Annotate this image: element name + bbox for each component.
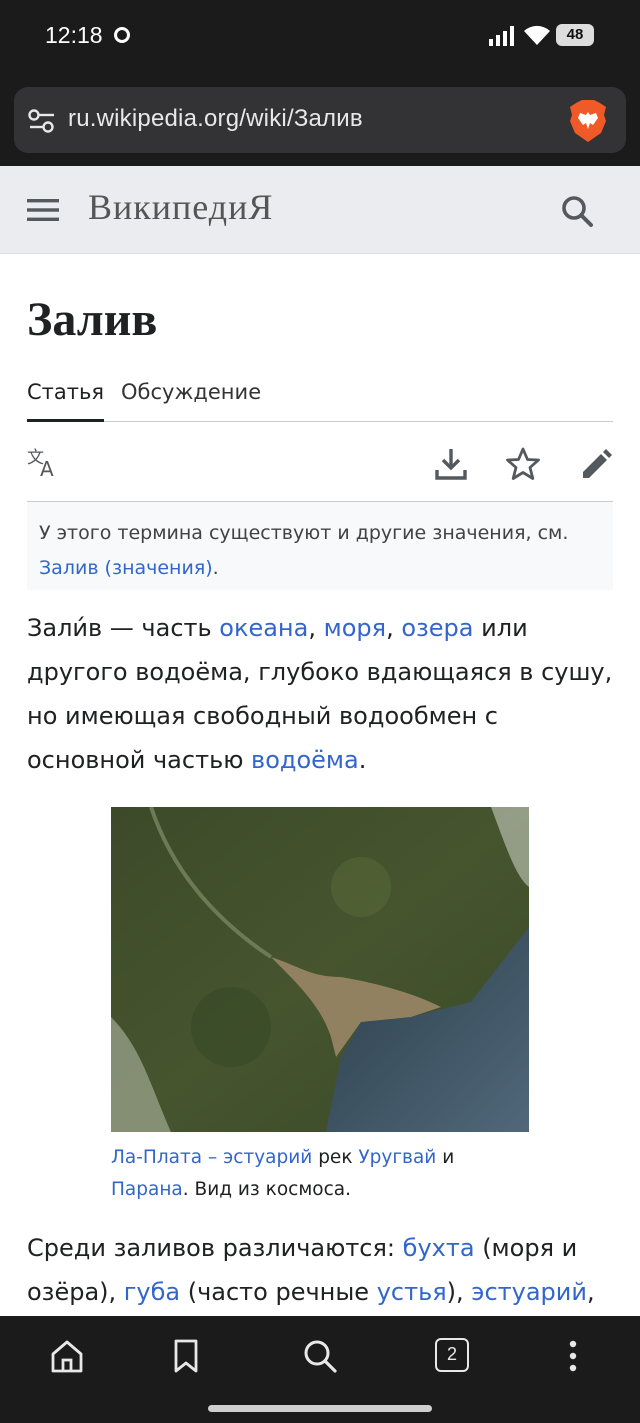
- status-time: 12:18: [45, 22, 103, 48]
- page-title: Залив: [27, 293, 158, 346]
- language-icon[interactable]: 文 A: [27, 446, 63, 482]
- download-icon[interactable]: [433, 446, 469, 482]
- satellite-image[interactable]: [111, 807, 529, 1132]
- notification-icon: [114, 27, 130, 43]
- link-lake[interactable]: озера: [401, 614, 473, 642]
- link-estuary[interactable]: эстуарий: [223, 1147, 312, 1168]
- status-bar: 12:18 48: [0, 0, 640, 70]
- brave-shields-icon[interactable]: [568, 99, 608, 143]
- hatnote-link[interactable]: Залив (значения): [39, 557, 213, 579]
- caption-text: . Вид из космоса.: [182, 1179, 351, 1200]
- battery-indicator: 48: [556, 24, 594, 46]
- tab-article[interactable]: Статья: [27, 380, 105, 422]
- bookmark-icon[interactable]: [168, 1338, 204, 1374]
- hatnote-text: У этого термина существуют и другие знач…: [39, 522, 569, 544]
- caption-text: и: [436, 1147, 455, 1168]
- hatnote: У этого термина существуют и другие знач…: [27, 502, 613, 590]
- more-options-icon[interactable]: [555, 1338, 591, 1374]
- star-watch-icon[interactable]: [505, 446, 541, 482]
- caption-text: рек: [312, 1147, 359, 1168]
- link-ocean[interactable]: океана: [219, 614, 308, 642]
- wifi-icon: [524, 25, 550, 45]
- site-settings-icon[interactable]: [26, 105, 58, 137]
- page-actions: 文 A: [27, 422, 613, 502]
- link-la-plata[interactable]: Ла-Плата: [111, 1147, 202, 1168]
- link-guba[interactable]: губа: [124, 1278, 180, 1306]
- caption-dash: –: [202, 1147, 224, 1168]
- browser-toolbar: ru.wikipedia.org/wiki/Залив: [0, 70, 640, 166]
- gesture-home-indicator[interactable]: [208, 1405, 432, 1412]
- lead-text: Зали́в — часть: [27, 614, 220, 642]
- second-paragraph: Среди заливов различаются: бухта (моря и…: [27, 1226, 627, 1314]
- search-nav-icon[interactable]: [302, 1338, 338, 1374]
- edit-pencil-icon[interactable]: [579, 446, 615, 482]
- browser-bottom-nav: 2: [0, 1316, 640, 1423]
- para-text: Среди заливов различаются:: [27, 1234, 403, 1262]
- lead-paragraph: Зали́в — часть океана, моря, озера или д…: [27, 606, 617, 782]
- link-ustya[interactable]: устья: [377, 1278, 447, 1306]
- lead-text: ,: [308, 614, 324, 642]
- address-bar[interactable]: ru.wikipedia.org/wiki/Залив: [14, 87, 626, 153]
- search-icon[interactable]: [560, 194, 594, 228]
- signal-icon: [489, 26, 514, 46]
- link-sea[interactable]: моря: [324, 614, 386, 642]
- para-text: ),: [446, 1278, 472, 1306]
- wikipedia-wordmark[interactable]: ВикипедиЯ: [88, 186, 273, 228]
- link-estuary-2[interactable]: эстуарий: [471, 1278, 587, 1306]
- article-tabs: Статья Обсуждение: [27, 378, 613, 422]
- svg-text:A: A: [40, 457, 54, 481]
- home-icon[interactable]: [49, 1338, 85, 1374]
- link-bukhta[interactable]: бухта: [403, 1234, 475, 1262]
- hamburger-menu-icon[interactable]: [27, 196, 59, 224]
- lead-text: ,: [386, 614, 402, 642]
- tab-talk[interactable]: Обсуждение: [121, 380, 261, 422]
- url-text[interactable]: ru.wikipedia.org/wiki/Залив: [68, 105, 363, 133]
- para-text: ,: [586, 1278, 595, 1306]
- link-parana[interactable]: Парана: [111, 1179, 183, 1200]
- link-uruguay[interactable]: Уругвай: [358, 1147, 436, 1168]
- hatnote-end: .: [212, 557, 219, 579]
- link-water-body[interactable]: водоёма: [251, 746, 359, 774]
- para-text: (часто речные: [180, 1278, 377, 1306]
- figure-caption: Ла-Плата – эстуарий рек Уругвай и Парана…: [111, 1142, 531, 1206]
- tabs-counter-button[interactable]: 2: [435, 1338, 469, 1372]
- article-content: Залив Статья Обсуждение 文 A У этого терм…: [0, 254, 640, 1316]
- satellite-image-graphic: [111, 807, 529, 1132]
- wiki-header: ВикипедиЯ: [0, 166, 640, 254]
- lead-text: .: [358, 746, 367, 774]
